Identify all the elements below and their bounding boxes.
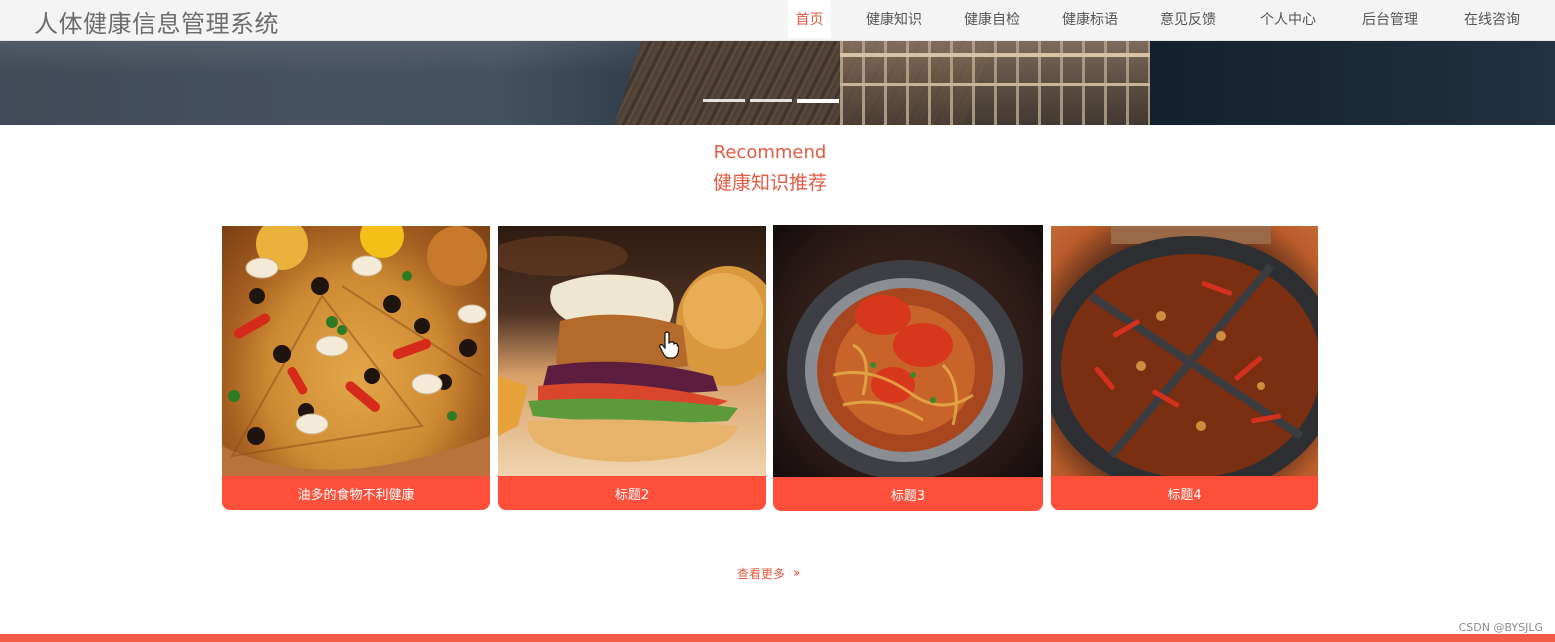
- card-caption[interactable]: 标题3: [773, 477, 1043, 511]
- card-image-pizza: [222, 226, 490, 476]
- knowledge-card[interactable]: 标题2: [498, 226, 766, 510]
- hand-pointer-cursor-icon: [659, 331, 679, 359]
- nav-item-online-consult[interactable]: 在线咨询: [1457, 0, 1527, 38]
- card-image-hotpot: [1051, 226, 1318, 476]
- see-more-label: 查看更多: [737, 567, 786, 581]
- see-more-link[interactable]: 查看更多 ››: [737, 565, 801, 582]
- site-title[interactable]: 人体健康信息管理系统: [34, 4, 279, 39]
- knowledge-card[interactable]: 油多的食物不利健康: [222, 226, 490, 510]
- card-image-crab-pot: [773, 225, 1043, 477]
- top-navbar: 人体健康信息管理系统 首页 健康知识 健康自检 健康标语 意见反馈 个人中心 后…: [0, 0, 1555, 41]
- watermark: CSDN @BYSJLG: [1458, 621, 1543, 634]
- carousel-indicators: [703, 99, 839, 103]
- nav-item-health-self-check[interactable]: 健康自检: [957, 0, 1027, 38]
- nav-item-health-slogan[interactable]: 健康标语: [1055, 0, 1125, 38]
- section-title-cn: 健康知识推荐: [712, 172, 827, 194]
- carousel-indicator-2[interactable]: [750, 99, 792, 102]
- knowledge-card[interactable]: 标题3: [773, 225, 1043, 511]
- nav-item-health-knowledge[interactable]: 健康知识: [859, 0, 929, 38]
- card-caption[interactable]: 油多的食物不利健康: [222, 476, 490, 510]
- nav-item-feedback[interactable]: 意见反馈: [1153, 0, 1223, 38]
- banner-carousel[interactable]: [0, 41, 1555, 125]
- double-chevron-right-icon: ››: [793, 566, 801, 581]
- section-title-en: Recommend: [713, 142, 827, 163]
- nav-item-personal-center[interactable]: 个人中心: [1253, 0, 1323, 38]
- carousel-indicator-1[interactable]: [703, 99, 745, 102]
- footer-bar: [0, 634, 1555, 642]
- nav-item-home[interactable]: 首页: [788, 0, 831, 38]
- banner-railing-top: [840, 53, 1150, 57]
- card-image-burger: [498, 226, 766, 476]
- card-caption[interactable]: 标题2: [498, 476, 766, 510]
- banner-sea-image: [1150, 41, 1555, 125]
- nav-item-admin[interactable]: 后台管理: [1355, 0, 1425, 38]
- card-caption[interactable]: 标题4: [1051, 476, 1318, 510]
- knowledge-card[interactable]: 标题4: [1051, 226, 1318, 510]
- main-nav: 首页 健康知识 健康自检 健康标语 意见反馈 个人中心 后台管理 在线咨询: [788, 0, 1555, 41]
- banner-railing-mid: [840, 83, 1150, 86]
- carousel-indicator-3[interactable]: [797, 99, 839, 103]
